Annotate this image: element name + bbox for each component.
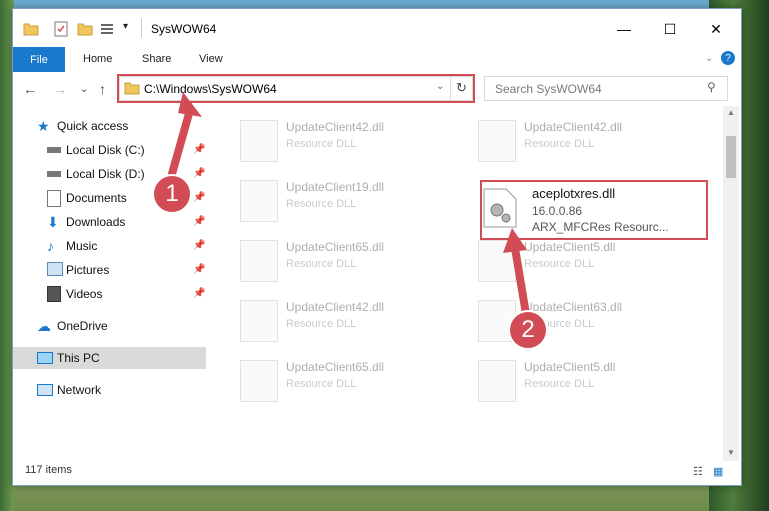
arrow-1-head — [178, 92, 202, 117]
arrow-2-head — [503, 228, 527, 253]
step-2-badge: 2 — [508, 310, 548, 350]
annotation-arrows — [164, 92, 532, 327]
step-1-badge: 1 — [152, 174, 192, 214]
